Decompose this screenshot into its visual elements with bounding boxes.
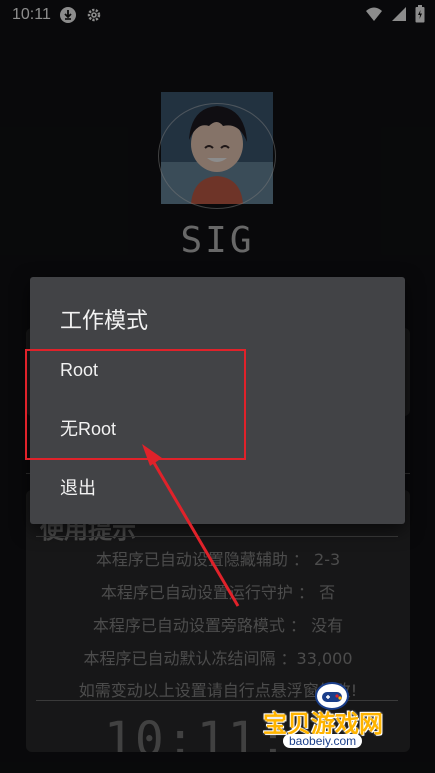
watermark-url: baobeiy.com (283, 734, 363, 748)
watermark: 宝贝游戏网 baobeiy.com (255, 682, 435, 760)
dialog-title: 工作模式 (60, 309, 149, 334)
highlight-box (25, 349, 246, 460)
option-exit[interactable]: 退出 (30, 458, 405, 516)
